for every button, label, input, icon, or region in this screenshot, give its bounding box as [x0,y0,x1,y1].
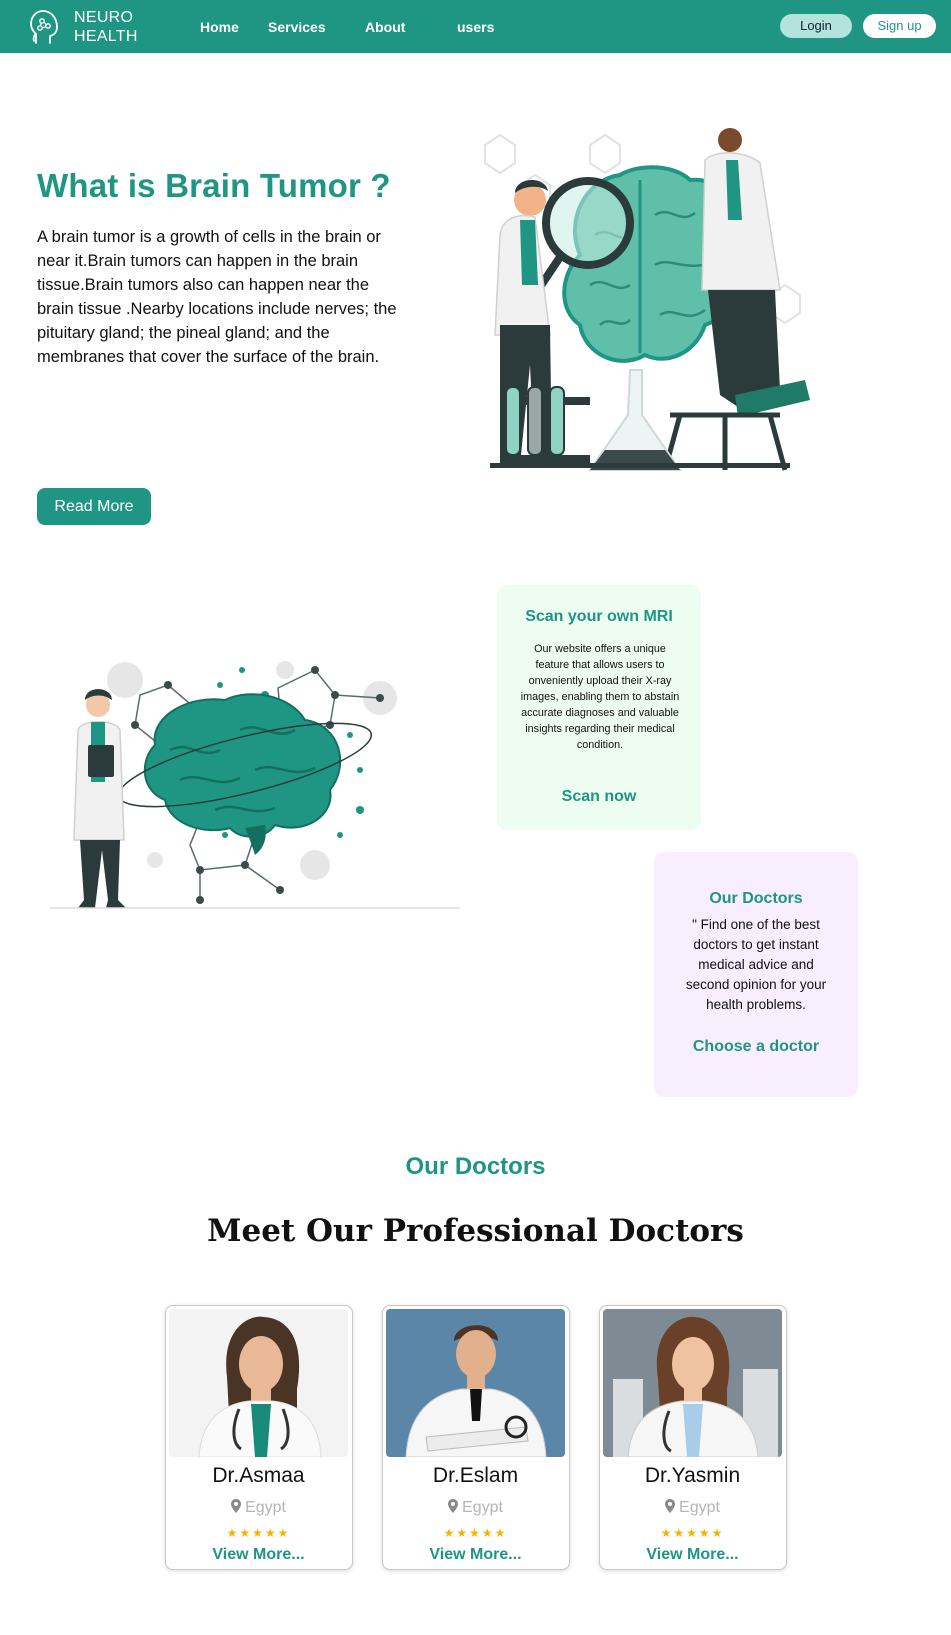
doctor-location-text: Egypt [679,1499,720,1516]
doctor-name: Dr.Eslam [432,1464,519,1487]
view-more-link[interactable]: View More... [383,1546,568,1564]
head-brain-logo-icon[interactable] [28,8,60,46]
nav-link-services[interactable]: Services [268,19,326,35]
hero-description: A brain tumor is a growth of cells in th… [37,228,397,366]
brand-name[interactable]: NEURO HEALTH [74,8,138,46]
star-rating-icon: ★★★★★ [660,1526,725,1540]
doctor-name: Dr.Asmaa [212,1464,305,1487]
doctors-section-heading: Meet Our Professional Doctors [207,1213,744,1249]
star-rating-icon: ★★★★★ [226,1526,291,1540]
nav-link-users[interactable]: users [457,19,494,35]
view-more-link[interactable]: View More... [166,1546,351,1564]
navbar: NEURO HEALTH Home Services About users L… [0,0,951,53]
doctor-location: Egypt [600,1499,785,1517]
map-pin-icon [448,1499,459,1513]
doctor-brain-network-illustration [50,661,460,909]
scan-card-title: Scan your own MRI [525,608,673,625]
doctor-card[interactable]: Dr.Asmaa Egypt ★★★★★ View More... [165,1305,353,1570]
brand-line-1: NEURO [74,9,134,26]
doctor-card[interactable]: Dr.Eslam Egypt ★★★★★ View More... [382,1305,570,1570]
doctor-card[interactable]: Dr.Yasmin Egypt ★★★★★ View More... [599,1305,787,1570]
hero-title: What is Brain Tumor ? [37,167,391,204]
login-button[interactable]: Login [780,14,852,38]
doctor-photo [169,1309,348,1457]
map-pin-icon [665,1499,676,1513]
doctor-location: Egypt [383,1499,568,1517]
doctor-location: Egypt [166,1499,351,1517]
nav-link-about[interactable]: About [365,19,405,35]
brand-line-2: HEALTH [74,28,138,45]
doctor-photo [603,1309,782,1457]
doctors-card-description: " Find one of the best doctors to get in… [685,917,827,1012]
choose-doctor-link[interactable]: Choose a doctor [654,1038,858,1056]
nav-link-home[interactable]: Home [200,19,239,35]
doctor-photo [386,1309,565,1457]
view-more-link[interactable]: View More... [600,1546,785,1564]
signup-button[interactable]: Sign up [863,14,936,38]
doctors-section-label: Our Doctors [405,1153,546,1180]
our-doctors-card: Our Doctors " Find one of the best docto… [654,852,858,1097]
doctors-examining-brain-illustration [484,128,810,471]
doctors-card-title: Our Doctors [709,890,803,907]
star-rating-icon: ★★★★★ [443,1526,508,1540]
doctor-name: Dr.Yasmin [644,1464,741,1487]
doctor-location-text: Egypt [462,1499,503,1516]
scan-mri-card: Scan your own MRI Our website offers a u… [497,585,701,830]
scan-now-link[interactable]: Scan now [497,788,701,806]
read-more-button[interactable]: Read More [37,488,151,525]
doctor-location-text: Egypt [245,1499,286,1516]
map-pin-icon [231,1499,242,1513]
scan-card-description: Our website offers a unique feature that… [520,643,680,751]
